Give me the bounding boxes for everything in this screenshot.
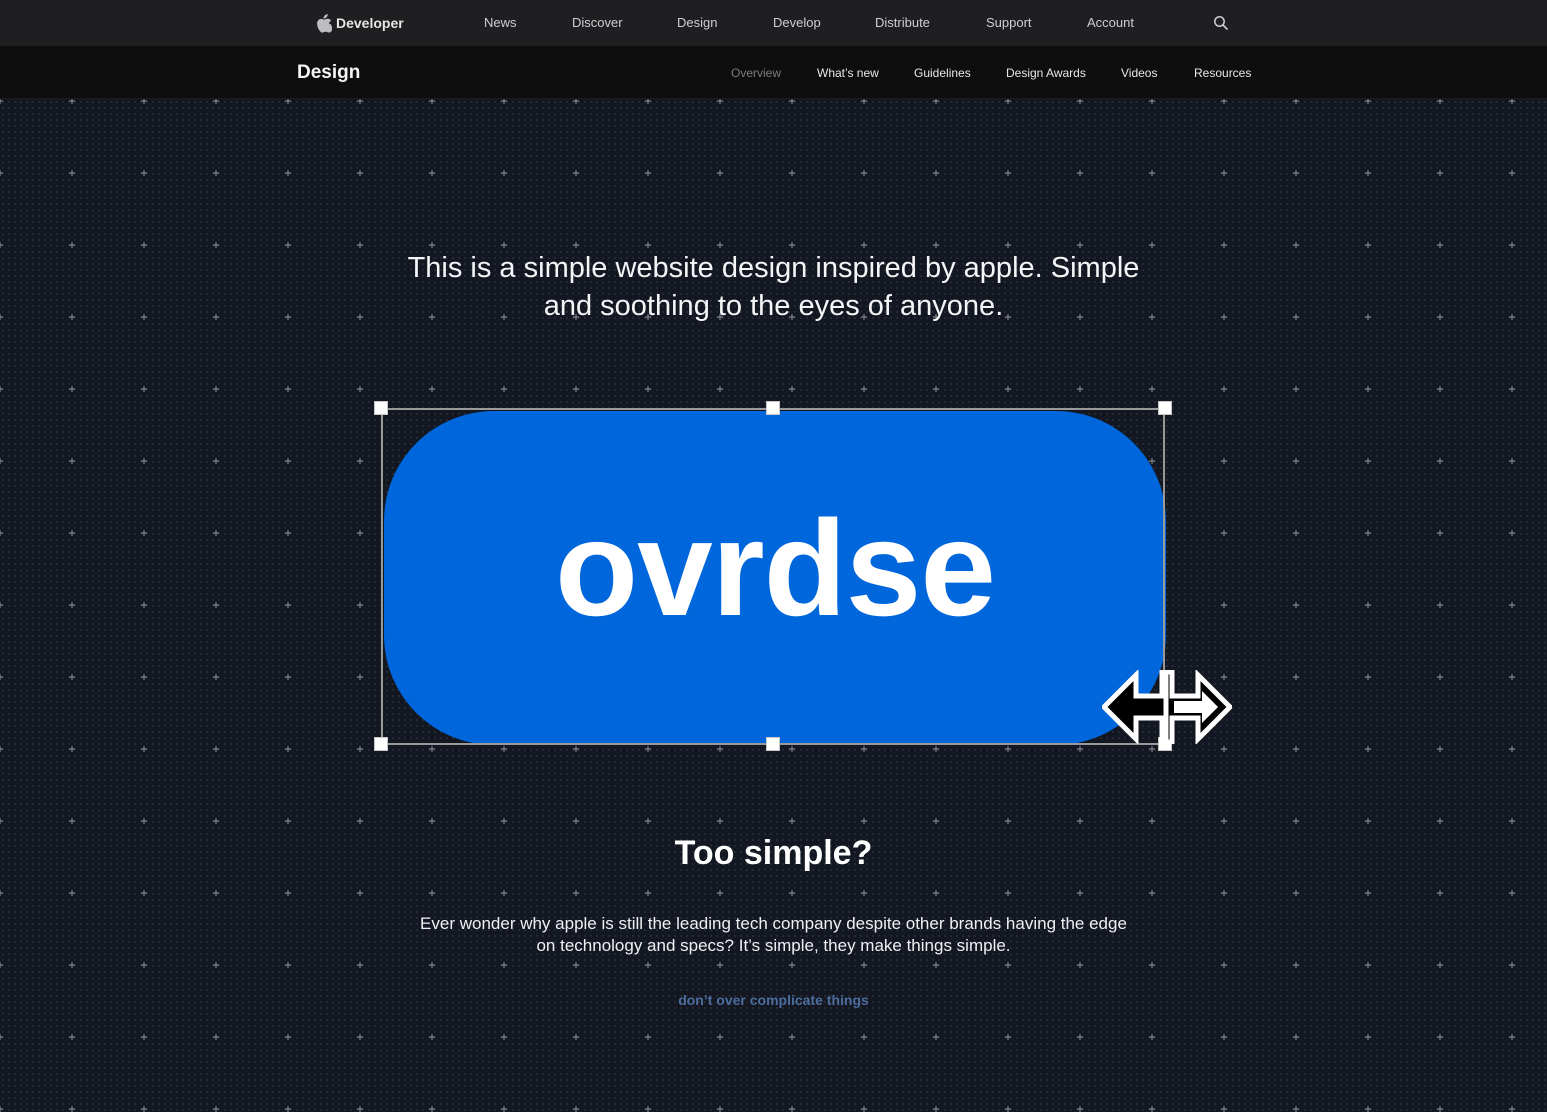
resize-handle-bottom-left[interactable]	[374, 737, 388, 751]
gnav-account[interactable]: Account	[1087, 15, 1134, 31]
apple-logo-icon	[317, 13, 332, 33]
apple-developer-logo[interactable]: Developer	[316, 13, 404, 33]
gnav-news[interactable]: News	[484, 15, 517, 31]
tab-overview[interactable]: Overview	[731, 66, 781, 80]
gnav-discover[interactable]: Discover	[572, 15, 623, 31]
resize-handle-top-left[interactable]	[374, 401, 388, 415]
local-nav: Design Overview What’s new Guidelines De…	[0, 46, 1547, 99]
hero-section: This is a simple website design inspired…	[0, 99, 1547, 1112]
gnav-design[interactable]: Design	[677, 15, 717, 31]
resize-handle-top-right[interactable]	[1158, 401, 1172, 415]
local-nav-title[interactable]: Design	[297, 62, 360, 84]
cta-link[interactable]: don’t over complicate things	[380, 992, 1167, 1008]
search-icon[interactable]	[1213, 15, 1229, 31]
tab-whats-new[interactable]: What’s new	[817, 66, 879, 80]
tab-guidelines[interactable]: Guidelines	[914, 66, 971, 80]
section-title: Too simple?	[674, 834, 873, 872]
brand-label: Developer	[336, 15, 404, 31]
tab-resources[interactable]: Resources	[1194, 66, 1251, 80]
selection-frame	[381, 408, 1165, 745]
resize-cursor-icon	[1102, 670, 1232, 744]
global-nav: Developer News Discover Design Develop D…	[0, 0, 1547, 46]
resize-handle-top[interactable]	[766, 401, 780, 415]
gnav-develop[interactable]: Develop	[773, 15, 821, 31]
tab-design-awards[interactable]: Design Awards	[1006, 66, 1086, 80]
section-body: Ever wonder why apple is still the leadi…	[420, 914, 1127, 955]
tab-videos[interactable]: Videos	[1121, 66, 1157, 80]
gnav-support[interactable]: Support	[986, 15, 1032, 31]
intro-text: This is a simple website design inspired…	[407, 252, 1140, 322]
gnav-distribute[interactable]: Distribute	[875, 15, 930, 31]
logo-selection[interactable]: ovrdse	[374, 401, 1232, 751]
resize-handle-bottom[interactable]	[766, 737, 780, 751]
